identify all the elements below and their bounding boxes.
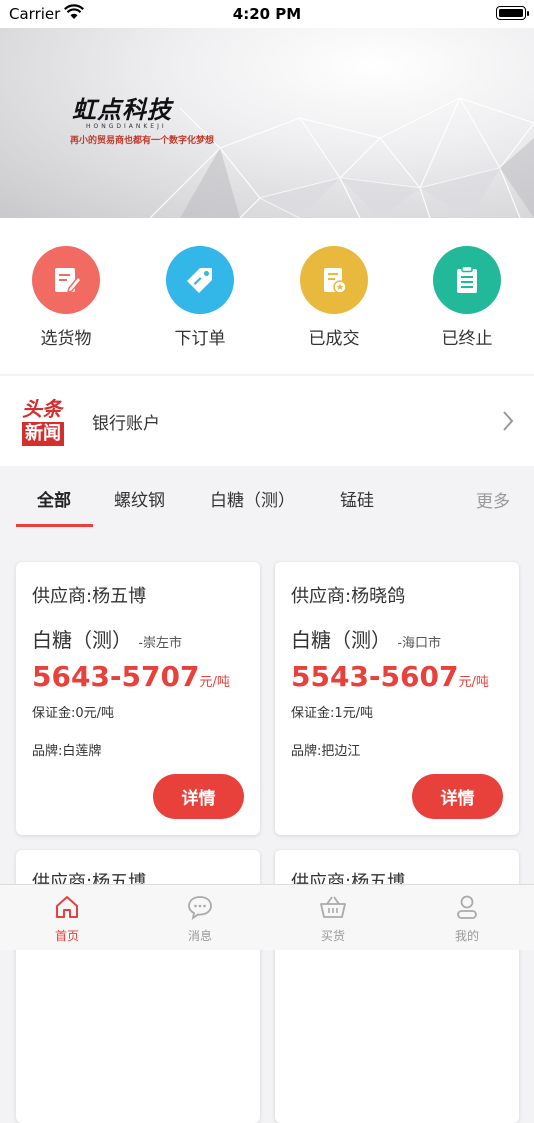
news-logo-line2: 新闻 xyxy=(22,422,64,446)
banner-slogan: 再小的贸易商也都有一个数字化梦想 xyxy=(70,133,214,146)
tab-rebar[interactable]: 螺纹钢 xyxy=(114,486,165,511)
tab-more[interactable]: 更多 xyxy=(476,487,510,512)
price-range: 5643-5707元/吨 xyxy=(32,660,230,693)
news-logo-line1: 头条 xyxy=(22,398,76,420)
price-range: 5543-5607元/吨 xyxy=(291,660,489,693)
quick-action-label: 下订单 xyxy=(150,324,250,349)
home-icon xyxy=(27,891,107,923)
brand-info: 品牌:把边江 xyxy=(291,740,360,759)
supplier-name: 供应商:杨五博 xyxy=(32,582,146,608)
quick-action-label: 选货物 xyxy=(16,324,116,349)
certificate-icon xyxy=(300,246,368,314)
quick-action-label: 已终止 xyxy=(417,324,517,349)
detail-button[interactable]: 详情 xyxy=(153,774,244,819)
headline-news-logo: 头条 新闻 xyxy=(22,398,76,446)
tabbar-buy[interactable]: 买货 xyxy=(293,891,373,944)
promo-banner[interactable]: 虹点科技 HONGDIANKEJI 再小的贸易商也都有一个数字化梦想 xyxy=(0,28,534,218)
tabbar-profile[interactable]: 我的 xyxy=(427,891,507,944)
product-location: -海口市 xyxy=(397,636,441,651)
product-card[interactable]: 供应商:杨五博 白糖（测） -崇左市 5643-5707元/吨 保证金:0元/吨… xyxy=(16,562,260,835)
product-card[interactable]: 供应商:杨晓鸽 白糖（测） -海口市 5543-5607元/吨 保证金:1元/吨… xyxy=(275,562,519,835)
headline-news-row[interactable]: 头条 新闻 银行账户 xyxy=(0,376,534,466)
tabbar-label: 买货 xyxy=(293,927,373,944)
quick-action-select-goods[interactable]: 选货物 xyxy=(16,246,116,349)
detail-button[interactable]: 详情 xyxy=(412,774,503,819)
brand-info: 品牌:白莲牌 xyxy=(32,740,101,759)
tabbar-messages[interactable]: 消息 xyxy=(160,891,240,944)
quick-actions: 选货物 下订单 已成交 已终止 xyxy=(0,218,534,374)
tabbar-home[interactable]: 首页 xyxy=(27,891,107,944)
deposit-info: 保证金:1元/吨 xyxy=(291,702,373,721)
quick-action-place-order[interactable]: 下订单 xyxy=(150,246,250,349)
brand-pinyin: HONGDIANKEJI xyxy=(86,123,167,130)
basket-icon xyxy=(293,891,373,923)
tab-silicomanganese[interactable]: 锰硅 xyxy=(340,486,374,511)
clock: 4:20 PM xyxy=(0,5,534,23)
chevron-right-icon xyxy=(502,410,514,436)
deposit-info: 保证金:0元/吨 xyxy=(32,702,114,721)
tabbar-label: 首页 xyxy=(27,927,107,944)
quick-action-terminated[interactable]: 已终止 xyxy=(417,246,517,349)
product-title: 白糖（测） xyxy=(291,628,391,652)
tab-all[interactable]: 全部 xyxy=(37,486,71,511)
active-tab-indicator xyxy=(16,524,93,527)
product-name: 白糖（测） -崇左市 xyxy=(32,624,182,653)
price-unit: 元/吨 xyxy=(199,675,229,690)
clipboard-icon xyxy=(433,246,501,314)
battery-icon xyxy=(496,6,526,20)
quick-action-completed[interactable]: 已成交 xyxy=(284,246,384,349)
quick-action-label: 已成交 xyxy=(284,324,384,349)
status-bar: Carrier 4:20 PM xyxy=(0,0,534,28)
price-value: 5643-5707 xyxy=(32,660,199,693)
price-value: 5543-5607 xyxy=(291,660,458,693)
edit-icon xyxy=(32,246,100,314)
tabbar-label: 消息 xyxy=(160,927,240,944)
category-tabs: 全部 螺纹钢 白糖（测） 锰硅 更多 xyxy=(0,466,534,528)
news-text: 银行账户 xyxy=(92,409,160,434)
tab-sugar[interactable]: 白糖（测） xyxy=(210,486,295,511)
message-icon xyxy=(160,891,240,923)
tabbar-label: 我的 xyxy=(427,927,507,944)
product-location: -崇左市 xyxy=(138,636,182,651)
tag-icon xyxy=(166,246,234,314)
product-name: 白糖（测） -海口市 xyxy=(291,624,441,653)
bottom-tab-bar: 首页 消息 买货 我的 xyxy=(0,884,534,950)
brand-logo: 虹点科技 xyxy=(72,90,172,125)
user-icon xyxy=(427,891,507,923)
supplier-name: 供应商:杨晓鸽 xyxy=(291,582,405,608)
price-unit: 元/吨 xyxy=(458,675,488,690)
product-title: 白糖（测） xyxy=(32,628,132,652)
